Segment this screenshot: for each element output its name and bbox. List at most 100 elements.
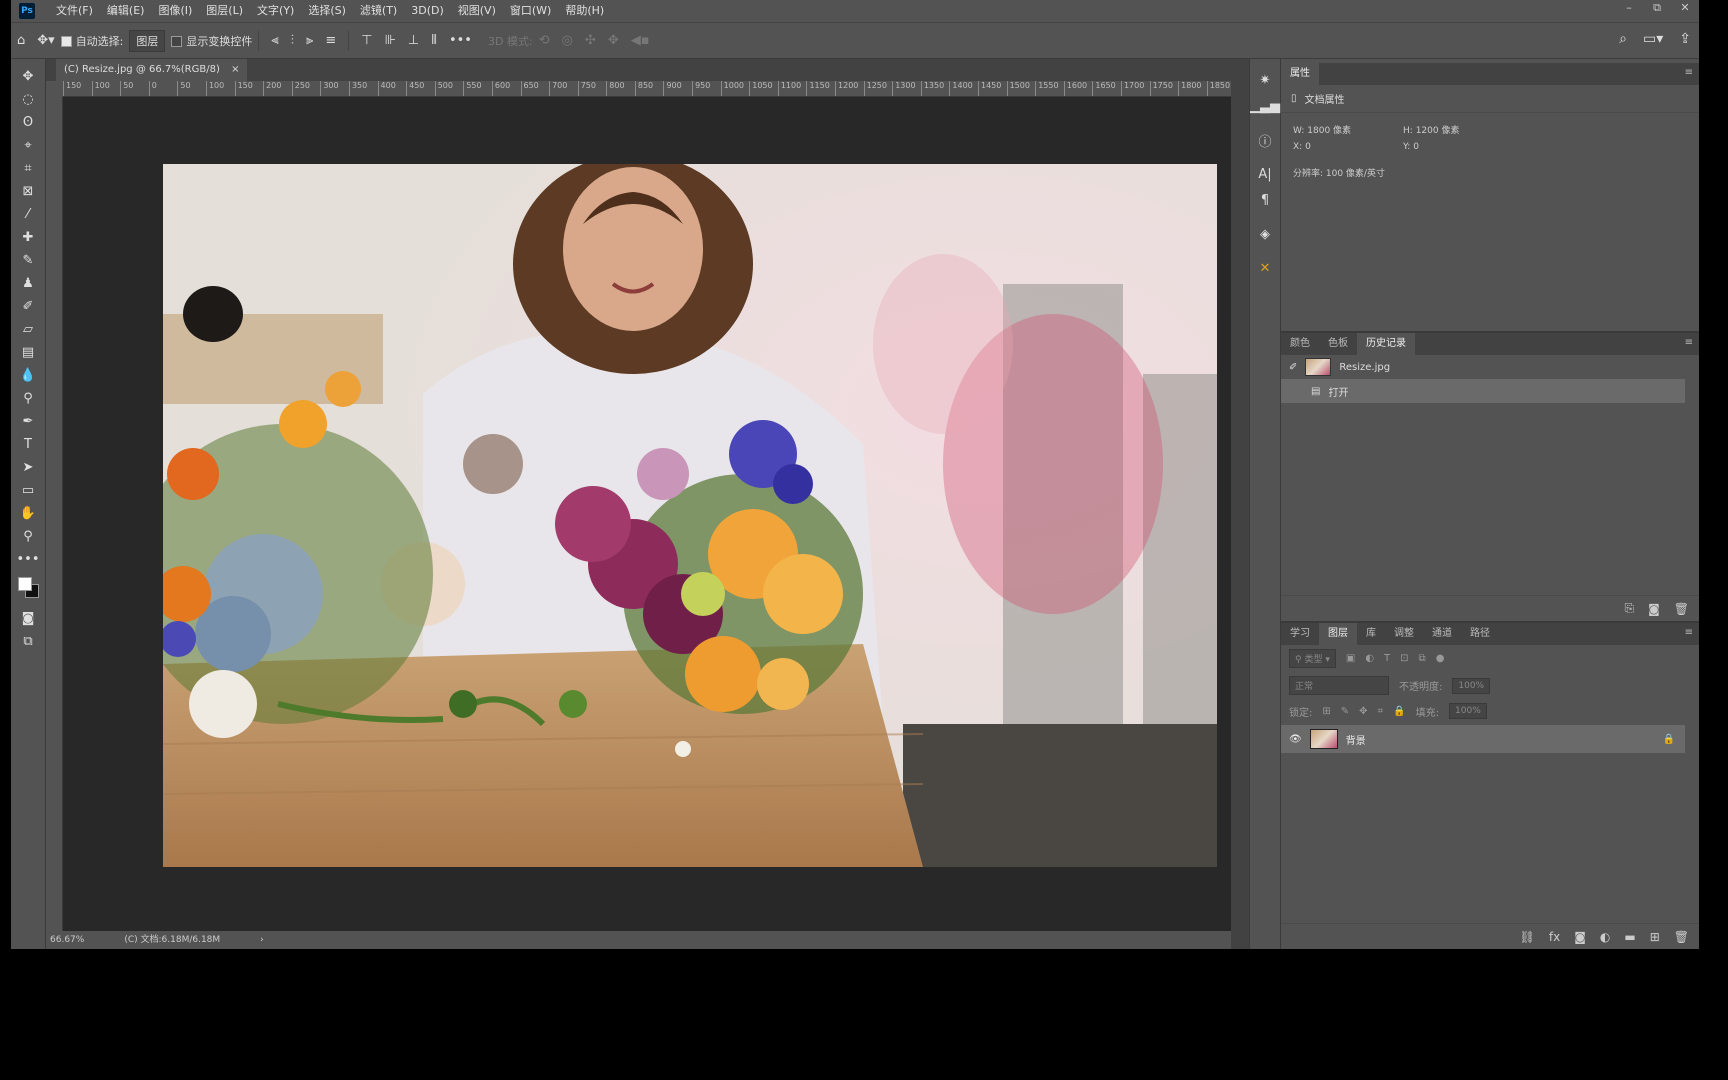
filter-type-icon[interactable]: T (1384, 653, 1390, 664)
lock-all-icon[interactable]: 🔒 (1393, 706, 1405, 717)
tab-libraries[interactable]: 库 (1357, 623, 1385, 645)
clone-stamp-tool-icon[interactable]: ♟ (11, 272, 45, 295)
trash-icon[interactable]: 🗑 (1674, 602, 1689, 616)
tab-adjustments[interactable]: 调整 (1385, 623, 1423, 645)
status-menu-arrow[interactable]: › (260, 931, 264, 949)
menu-filter[interactable]: 滤镜(T) (353, 0, 404, 22)
gear-icon[interactable]: ✷ (1250, 67, 1280, 93)
distribute-h-icon[interactable]: ≡ (325, 33, 336, 48)
eraser-tool-icon[interactable]: ▱ (11, 318, 45, 341)
menu-view[interactable]: 视图(V) (451, 0, 503, 22)
tab-channels[interactable]: 通道 (1423, 623, 1461, 645)
lock-artboard-icon[interactable]: ⌗ (1378, 706, 1384, 717)
align-top-icon[interactable]: ⊤ (361, 33, 372, 48)
visibility-eye-icon[interactable]: 👁 (1289, 734, 1302, 745)
menu-help[interactable]: 帮助(H) (558, 0, 611, 22)
blend-mode-dropdown[interactable]: 正常 (1289, 676, 1389, 695)
height-value[interactable]: 1200 像素 (1416, 126, 1460, 136)
camera-icon[interactable]: ◙ (1648, 602, 1660, 616)
quick-mask-icon[interactable]: ◙ (11, 607, 45, 630)
healing-brush-tool-icon[interactable]: ✚ (11, 226, 45, 249)
zoom-level[interactable]: 66.67% (50, 931, 84, 949)
workspace-icon[interactable]: ▭▾ (1643, 31, 1663, 47)
align-center-h-icon[interactable]: ⫶ (291, 33, 294, 48)
document-image[interactable] (163, 164, 1217, 867)
menu-type[interactable]: 文字(Y) (250, 0, 301, 22)
tab-paths[interactable]: 路径 (1461, 623, 1499, 645)
trash-icon[interactable]: 🗑 (1674, 930, 1689, 944)
history-brush-tool-icon[interactable]: ✐ (11, 295, 45, 318)
menu-image[interactable]: 图像(I) (151, 0, 199, 22)
new-group-icon[interactable]: ▬ (1624, 930, 1635, 944)
gradient-tool-icon[interactable]: ▤ (11, 341, 45, 364)
restore-button[interactable]: ⧉ (1643, 0, 1671, 16)
layer-style-icon[interactable]: fx (1549, 930, 1560, 944)
3d-slide-icon[interactable]: ✥ (608, 33, 619, 48)
info-icon[interactable]: ⓘ (1250, 127, 1280, 153)
history-snapshot[interactable]: ✐ Resize.jpg (1281, 355, 1699, 379)
tab-layers[interactable]: 图层 (1319, 623, 1357, 645)
auto-select-dropdown[interactable]: 图层 (129, 29, 166, 52)
filter-smart-object-icon[interactable]: ⧉ (1419, 653, 1426, 664)
filter-pixel-icon[interactable]: ▣ (1346, 653, 1355, 664)
edit-toolbar-icon[interactable]: ••• (11, 548, 45, 571)
color-swatches[interactable] (11, 571, 45, 607)
layer-kind-filter[interactable]: ⚲ 类型 ▾ (1289, 649, 1336, 668)
dodge-tool-icon[interactable]: ⚲ (11, 387, 45, 410)
auto-select-checkbox[interactable] (60, 34, 76, 47)
panel-menu-icon[interactable]: ≡ (1685, 627, 1693, 638)
y-value[interactable]: 0 (1413, 142, 1419, 152)
eyedropper-tool-icon[interactable]: ⁄ (11, 203, 45, 226)
histogram-icon[interactable]: ▁▃▅ (1250, 93, 1280, 119)
tab-swatches[interactable]: 色板 (1319, 333, 1357, 355)
pen-tool-icon[interactable]: ✒ (11, 410, 45, 433)
fill-field[interactable]: 100% (1449, 703, 1487, 719)
foreground-color[interactable] (18, 577, 32, 591)
blur-tool-icon[interactable]: 💧 (11, 364, 45, 387)
lock-transparent-icon[interactable]: ⊞ (1322, 706, 1330, 717)
document-tab[interactable]: (C) Resize.jpg @ 66.7%(RGB/8) × (56, 59, 248, 81)
layer-row-background[interactable]: 👁 背景 🔒 (1281, 725, 1685, 753)
show-transform-checkbox[interactable] (171, 34, 186, 47)
quick-select-tool-icon[interactable]: ⌖ (11, 134, 45, 157)
filter-toggle-icon[interactable]: ● (1436, 653, 1445, 664)
align-left-icon[interactable]: ⫷ (271, 33, 278, 48)
history-brush-source-icon[interactable]: ✐ (1289, 362, 1297, 373)
minimize-button[interactable]: – (1615, 0, 1643, 16)
new-layer-icon[interactable]: ⊞ (1650, 930, 1660, 944)
canvas-area[interactable] (63, 97, 1231, 931)
tab-properties[interactable]: 属性 (1281, 63, 1319, 85)
tab-history[interactable]: 历史记录 (1357, 333, 1415, 355)
screen-mode-icon[interactable]: ⧉ (11, 630, 45, 653)
hand-tool-icon[interactable]: ✋ (11, 502, 45, 525)
tab-learn[interactable]: 学习 (1281, 623, 1319, 645)
opacity-field[interactable]: 100% (1452, 677, 1491, 694)
distribute-v-icon[interactable]: ⦀ (431, 33, 437, 48)
menu-layer[interactable]: 图层(L) (199, 0, 250, 22)
lock-position-icon[interactable]: ✥ (1359, 706, 1367, 717)
move-tool-icon[interactable]: ✥ (11, 65, 45, 88)
lasso-tool-icon[interactable]: ʘ (11, 111, 45, 134)
path-select-tool-icon[interactable]: ➤ (11, 456, 45, 479)
width-value[interactable]: 1800 像素 (1307, 126, 1351, 136)
frame-tool-icon[interactable]: ⊠ (11, 180, 45, 203)
lock-pixels-icon[interactable]: ✎ (1341, 706, 1349, 717)
more-options-icon[interactable]: ••• (449, 33, 472, 48)
history-step[interactable]: ▤ 打开 (1281, 379, 1685, 403)
brush-tool-icon[interactable]: ✎ (11, 249, 45, 272)
close-button[interactable]: ✕ (1671, 0, 1699, 16)
zoom-tool-icon[interactable]: ⚲ (11, 525, 45, 548)
filter-adjustment-icon[interactable]: ◐ (1365, 653, 1374, 664)
new-document-from-state-icon[interactable]: ⎘ (1625, 601, 1635, 616)
panel-menu-icon[interactable]: ≡ (1685, 337, 1693, 348)
paragraph-icon[interactable]: ¶ (1250, 187, 1280, 213)
3d-scale-icon[interactable]: ◀▪ (631, 33, 650, 48)
close-tab-icon[interactable]: × (231, 64, 239, 75)
character-icon[interactable]: A| (1250, 161, 1280, 187)
search-icon[interactable]: ⌕ (1619, 31, 1627, 47)
align-middle-v-icon[interactable]: ⊪ (385, 33, 396, 48)
align-right-icon[interactable]: ⫸ (306, 33, 313, 48)
move-tool-preset-icon[interactable]: ✥▾ (37, 33, 54, 48)
adjustment-layer-icon[interactable]: ◐ (1600, 930, 1610, 944)
menu-3d[interactable]: 3D(D) (404, 0, 451, 22)
